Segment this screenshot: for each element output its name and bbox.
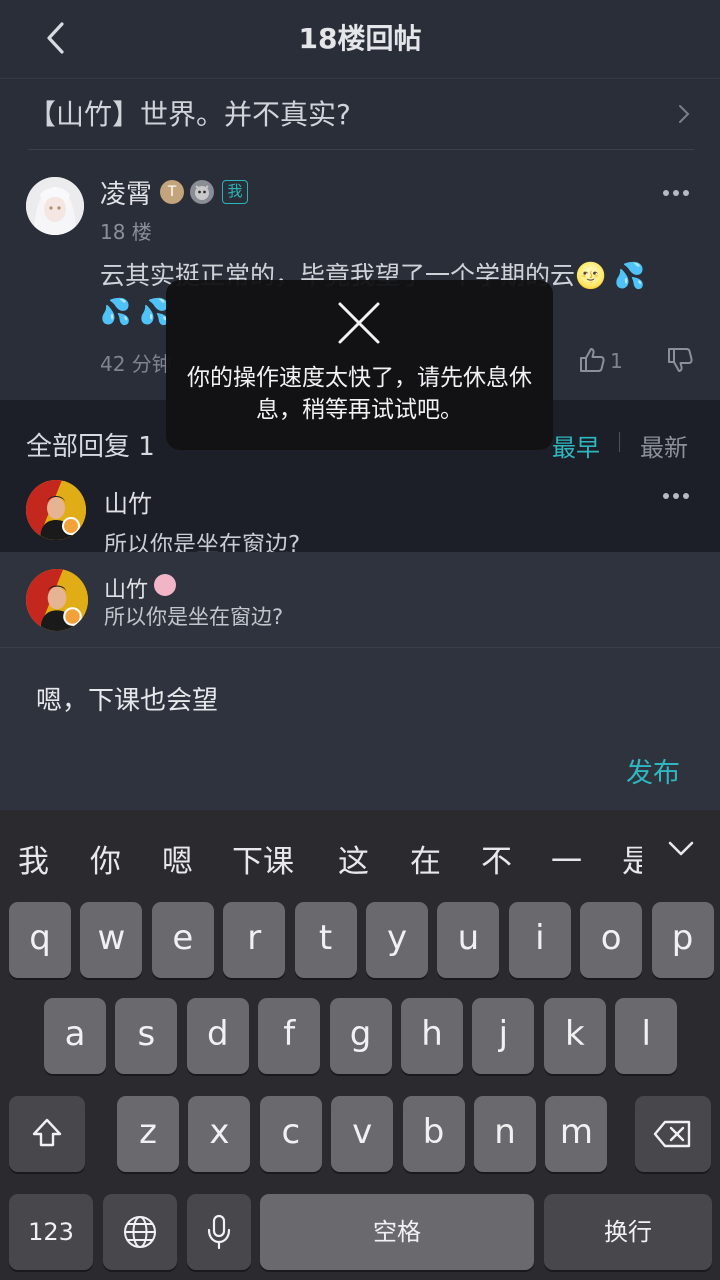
candidate-word[interactable]: 是	[622, 836, 642, 881]
key-o[interactable]: o	[580, 902, 643, 978]
candidate-word[interactable]: 在	[410, 836, 441, 881]
key-e[interactable]: e	[151, 902, 214, 978]
key-p[interactable]: p	[651, 902, 714, 978]
key-t[interactable]: t	[294, 902, 357, 978]
floor-number: 18 楼	[100, 220, 152, 244]
thumbs-up-icon[interactable]	[578, 346, 606, 374]
reply-avatar[interactable]	[26, 480, 86, 540]
key-m[interactable]: m	[545, 1096, 608, 1172]
sort-newest-tab[interactable]: 最新	[640, 428, 688, 463]
candidate-word[interactable]: 这	[338, 836, 369, 881]
candidate-word[interactable]: 嗯	[162, 836, 193, 881]
like-count: 1	[610, 349, 623, 373]
vip-badge-icon	[154, 574, 176, 596]
poster-avatar[interactable]	[26, 177, 84, 235]
key-y[interactable]: y	[366, 902, 428, 978]
shift-icon	[32, 1118, 62, 1147]
close-icon	[338, 302, 380, 344]
key-z[interactable]: z	[117, 1096, 179, 1172]
key-h[interactable]: h	[401, 998, 463, 1074]
key-b[interactable]: b	[402, 1096, 465, 1172]
more-icon[interactable]	[662, 188, 690, 198]
thumbs-down-icon[interactable]	[666, 346, 694, 374]
key-v[interactable]: v	[331, 1096, 394, 1172]
candidate-word[interactable]: 你	[90, 836, 121, 881]
key-i[interactable]: i	[508, 902, 571, 978]
key-n[interactable]: n	[474, 1096, 536, 1172]
chevron-down-icon[interactable]	[667, 838, 695, 858]
reply-author[interactable]: 山竹	[104, 484, 152, 519]
key-k[interactable]: k	[543, 998, 606, 1074]
return-key[interactable]: 换行	[544, 1194, 712, 1270]
key-w[interactable]: w	[80, 902, 143, 978]
chevron-right-icon	[679, 105, 690, 123]
delete-key[interactable]	[635, 1096, 711, 1172]
numbers-key[interactable]: 123	[9, 1194, 93, 1270]
candidate-word[interactable]: 我	[18, 836, 49, 881]
back-button[interactable]	[38, 18, 78, 58]
key-g[interactable]: g	[329, 998, 392, 1074]
key-r[interactable]: r	[223, 902, 286, 978]
poster-name[interactable]: 凌霄	[100, 174, 152, 211]
reply-input[interactable]	[0, 648, 720, 810]
replies-title: 全部回复 1	[26, 432, 155, 462]
key-c[interactable]: c	[259, 1096, 322, 1172]
key-j[interactable]: j	[472, 998, 535, 1074]
key-q[interactable]: q	[9, 902, 71, 978]
quoted-author: 山竹	[104, 578, 149, 603]
toast-message: 你的操作速度太快了，请先休息休息，稍等再试试吧。	[187, 365, 532, 423]
avatar-image	[26, 177, 84, 235]
key-u[interactable]: u	[437, 902, 500, 978]
candidate-word[interactable]: 一	[551, 836, 582, 881]
quoted-text: 所以你是坐在窗边?	[104, 605, 284, 629]
key-a[interactable]: a	[44, 998, 106, 1074]
sort-earliest-tab[interactable]: 最早	[552, 428, 600, 463]
mic-key[interactable]	[187, 1194, 251, 1270]
level-badge: T	[160, 180, 184, 204]
candidate-word[interactable]: 下课	[232, 836, 294, 881]
post-time: 42 分钟	[100, 352, 172, 376]
chevron-left-icon	[47, 22, 64, 54]
thread-link[interactable]: 【山竹】世界。并不真实?	[0, 78, 720, 150]
avatar-image	[26, 569, 88, 631]
key-l[interactable]: l	[615, 998, 678, 1074]
key-f[interactable]: f	[258, 998, 321, 1074]
reply-input-value[interactable]: 嗯，下课也会望	[36, 680, 218, 717]
key-d[interactable]: d	[186, 998, 249, 1074]
shift-key[interactable]	[9, 1096, 85, 1172]
avatar-image	[26, 480, 86, 540]
key-s[interactable]: s	[115, 998, 178, 1074]
candidate-word[interactable]: 不	[481, 836, 512, 881]
divider	[619, 432, 620, 452]
page-title: 18楼回帖	[298, 22, 422, 55]
key-x[interactable]: x	[188, 1096, 251, 1172]
more-icon[interactable]	[662, 491, 690, 501]
space-key[interactable]: 空格	[260, 1194, 534, 1270]
quoted-avatar	[26, 569, 88, 631]
divider	[28, 149, 694, 150]
me-badge: 我	[222, 180, 248, 204]
thread-title: 【山竹】世界。并不真实?	[28, 98, 351, 131]
globe-icon	[124, 1216, 156, 1248]
microphone-icon	[207, 1214, 231, 1250]
backspace-icon	[653, 1120, 691, 1148]
globe-key[interactable]	[103, 1194, 177, 1270]
publish-button[interactable]: 发布	[626, 751, 680, 790]
mascot-badge-icon	[190, 180, 214, 204]
